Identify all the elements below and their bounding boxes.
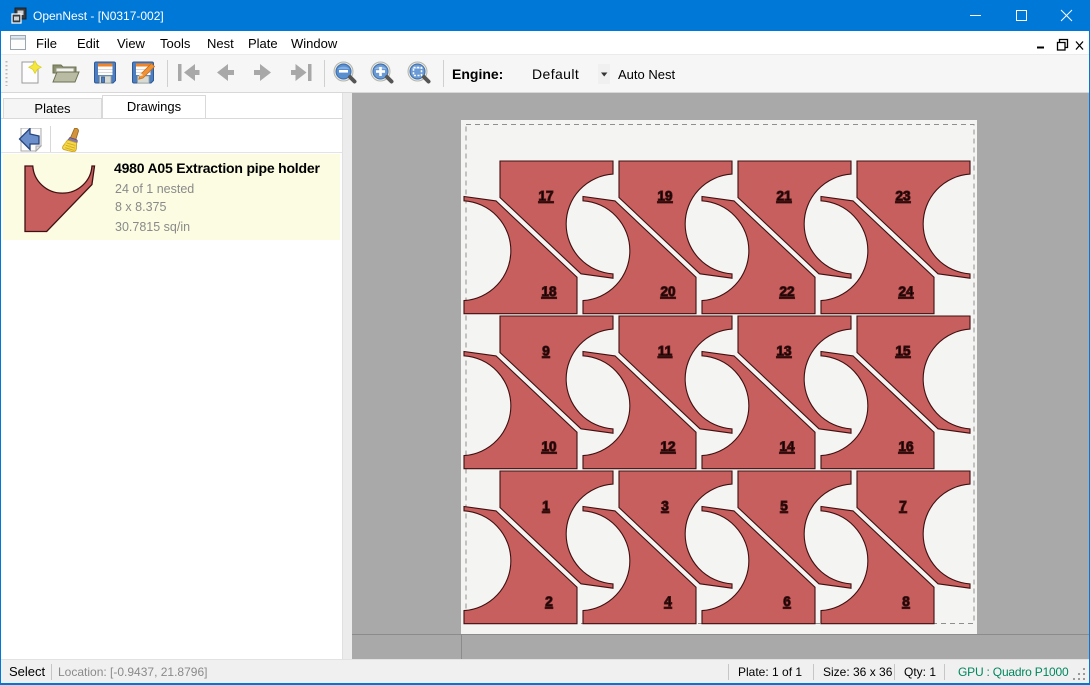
svg-text:3: 3 — [661, 499, 669, 514]
svg-text:6: 6 — [783, 594, 791, 609]
svg-text:22: 22 — [779, 284, 794, 299]
svg-text:11: 11 — [658, 344, 673, 359]
svg-text:13: 13 — [776, 344, 792, 359]
svg-text:15: 15 — [895, 344, 911, 359]
svg-text:4: 4 — [664, 594, 672, 609]
svg-text:23: 23 — [895, 189, 911, 204]
svg-text:18: 18 — [541, 284, 557, 299]
svg-text:16: 16 — [898, 439, 914, 454]
svg-text:5: 5 — [780, 499, 788, 514]
svg-text:1: 1 — [542, 499, 550, 514]
svg-text:7: 7 — [899, 499, 907, 514]
svg-text:12: 12 — [660, 439, 675, 454]
svg-text:17: 17 — [538, 189, 553, 204]
svg-text:20: 20 — [660, 284, 675, 299]
svg-text:19: 19 — [657, 189, 672, 204]
svg-text:21: 21 — [776, 189, 792, 204]
svg-text:8: 8 — [902, 594, 910, 609]
svg-text:2: 2 — [545, 594, 553, 609]
svg-text:14: 14 — [779, 439, 795, 454]
svg-text:10: 10 — [541, 439, 556, 454]
svg-text:24: 24 — [898, 284, 914, 299]
svg-text:9: 9 — [542, 344, 550, 359]
